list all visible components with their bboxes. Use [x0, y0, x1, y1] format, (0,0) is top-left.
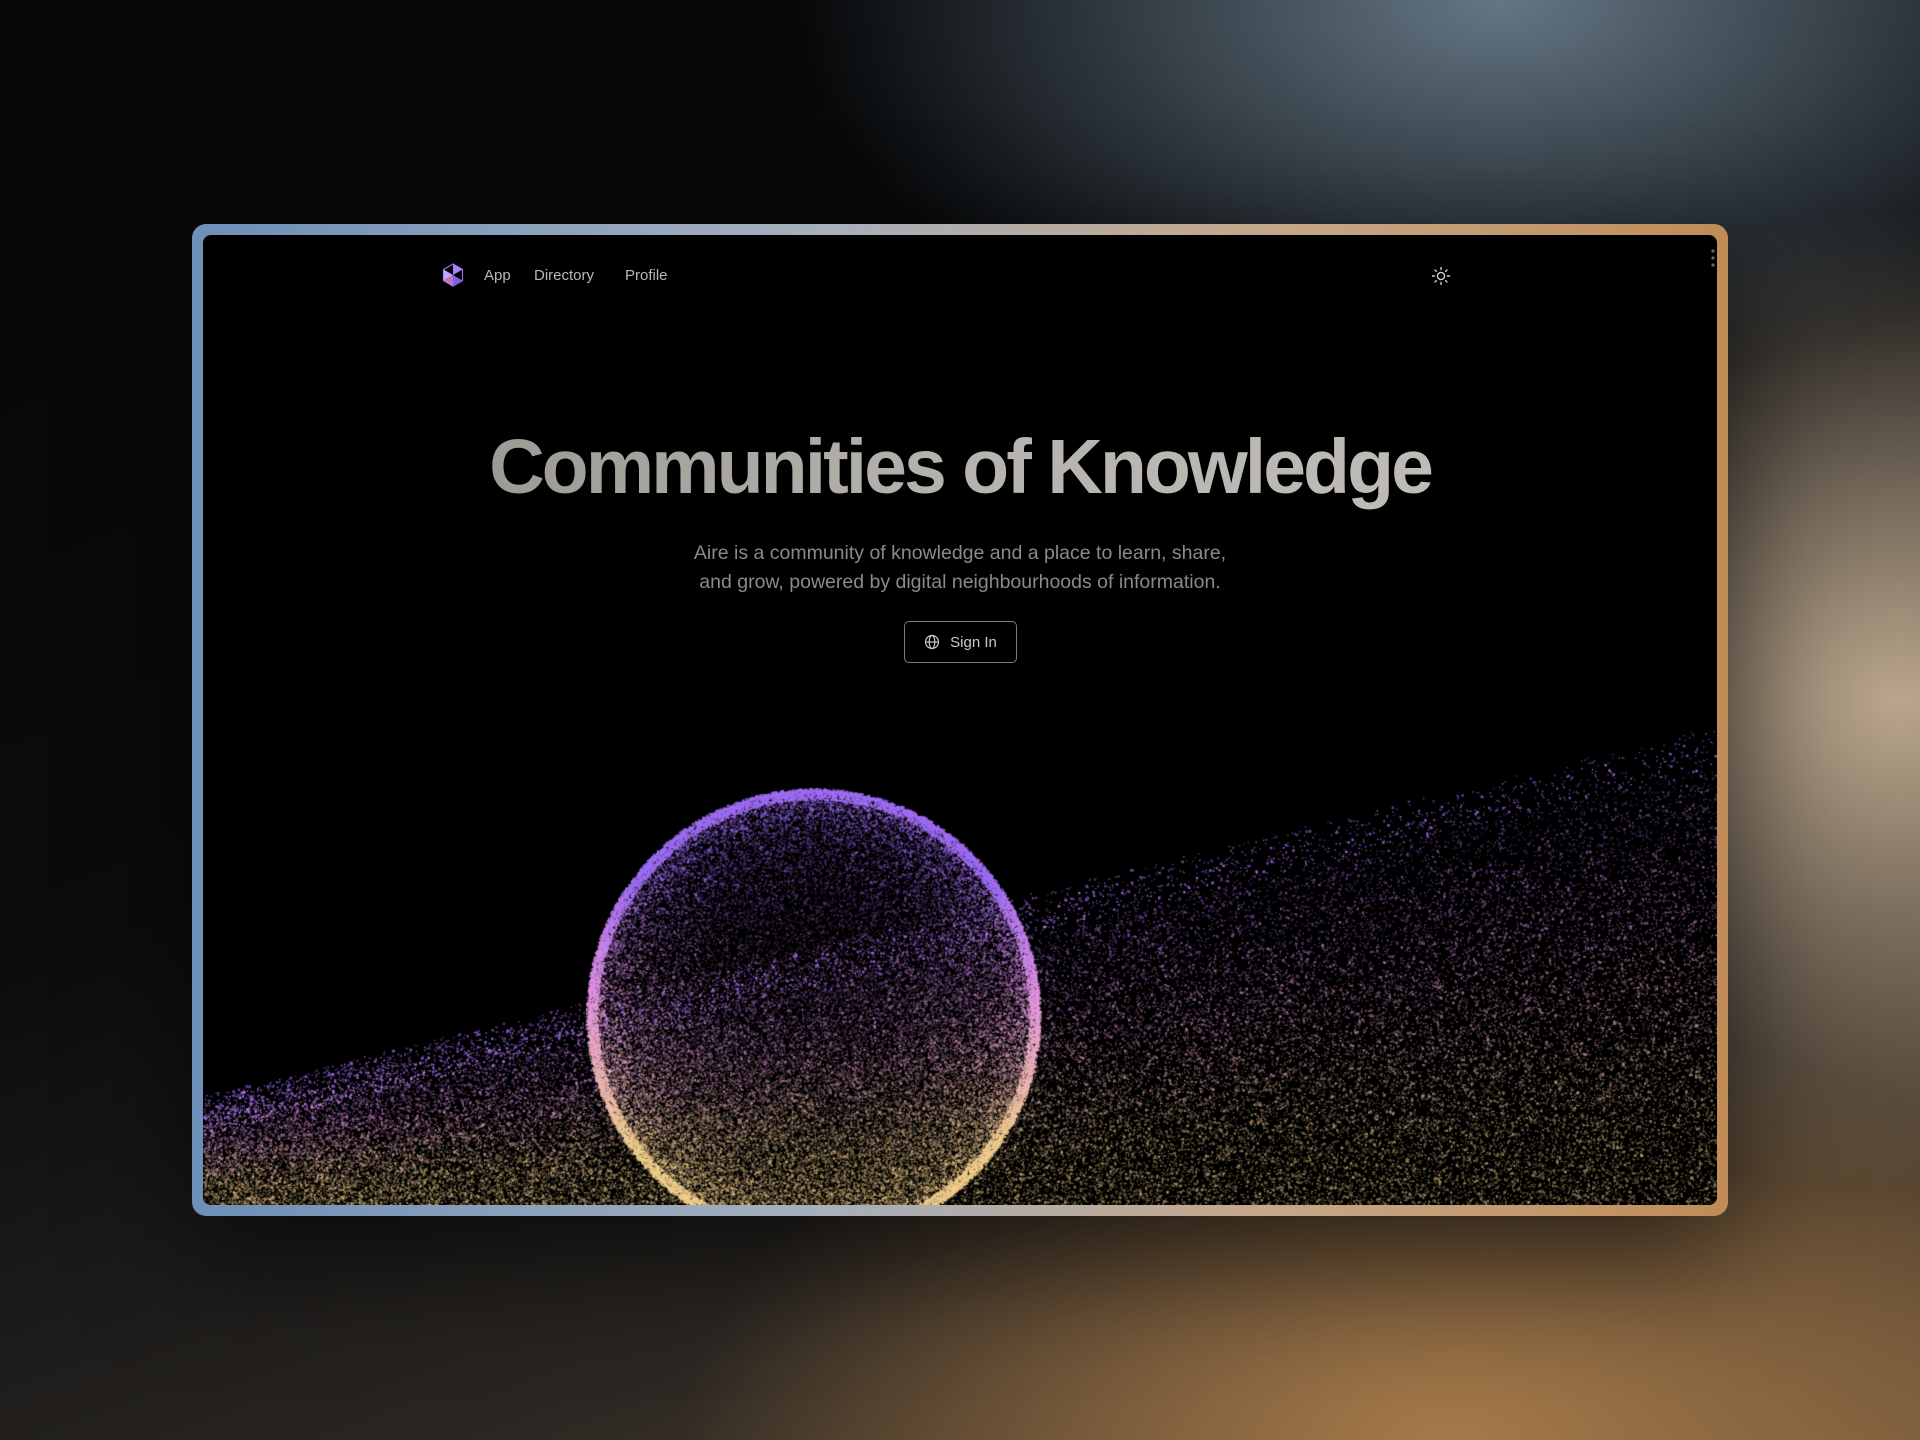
globe-icon [925, 634, 940, 650]
device-frame: App Directory Profile Communities of Kno… [192, 224, 1728, 1216]
top-nav: App Directory Profile [203, 259, 1717, 293]
sign-in-button[interactable]: Sign In [904, 621, 1017, 663]
nav-link-app[interactable]: App [484, 267, 511, 284]
hero-subtitle-line-2: and grow, powered by digital neighbourho… [699, 571, 1221, 593]
particle-globe-illustration [203, 235, 1717, 1205]
aire-logo-icon[interactable] [441, 263, 465, 287]
nav-link-profile[interactable]: Profile [625, 267, 668, 284]
scrollbar-handle[interactable] [1710, 247, 1716, 269]
browser-screen: App Directory Profile Communities of Kno… [203, 235, 1717, 1205]
nav-link-directory[interactable]: Directory [534, 267, 594, 284]
hero-subtitle-line-1: Aire is a community of knowledge and a p… [693, 542, 1227, 564]
hero-subtitle: Aire is a community of knowledge and a p… [203, 539, 1717, 597]
sign-in-label: Sign In [950, 633, 997, 651]
sun-icon[interactable] [1430, 265, 1452, 287]
hero-title: Communities of Knowledge [203, 423, 1717, 512]
